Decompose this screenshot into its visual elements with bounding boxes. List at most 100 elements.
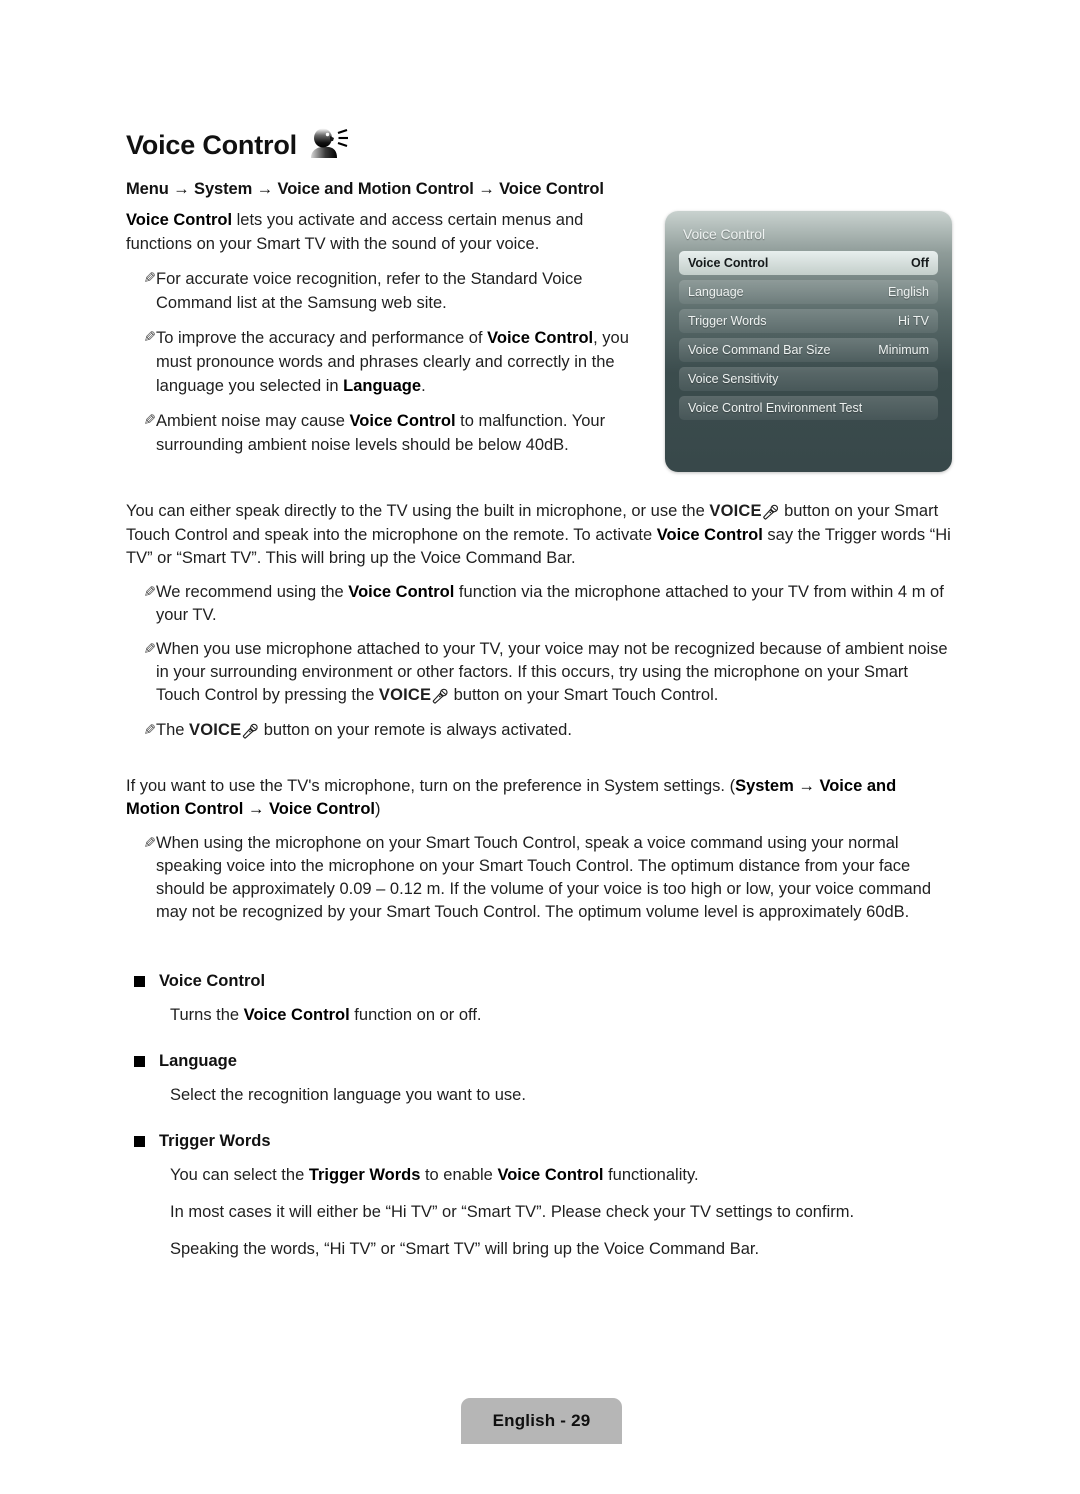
note-item: ✎ The VOICE🎤︎ button on your remote is a… bbox=[126, 719, 954, 743]
paragraph-span-bold: Voice Control bbox=[243, 1006, 350, 1024]
intro-lead-bold: Voice Control bbox=[126, 211, 233, 229]
osd-row-value: Hi TV bbox=[897, 314, 929, 328]
osd-row-label: Voice Control Environment Test bbox=[688, 401, 863, 415]
osd-row-label: Language bbox=[688, 285, 744, 299]
note-item: ✎ For accurate voice recognition, refer … bbox=[126, 267, 650, 315]
osd-panel-title: Voice Control bbox=[683, 226, 765, 242]
tv-osd-panel: Voice Control Voice Control Off Language… bbox=[665, 211, 952, 472]
osd-row-trigger-words[interactable]: Trigger Words Hi TV bbox=[679, 309, 938, 333]
note-item: ✎ When using the microphone on your Smar… bbox=[126, 832, 954, 924]
note-span-bold: Voice Control bbox=[349, 412, 456, 430]
section-heading-voice-control: Voice Control bbox=[134, 970, 954, 993]
note-item: ✎ When you use microphone attached to yo… bbox=[126, 638, 954, 708]
paragraph-span: to enable bbox=[420, 1166, 498, 1184]
note-item: ✎ Ambient noise may cause Voice Control … bbox=[126, 409, 650, 457]
page-footer-tab: English - 29 bbox=[461, 1398, 622, 1444]
section-body-trigger-words: You can select the Trigger Words to enab… bbox=[170, 1163, 954, 1262]
note-span-bold: Voice Control bbox=[487, 329, 594, 347]
paragraph-span: You can select the bbox=[170, 1166, 309, 1184]
middle-block: You can either speak directly to the TV … bbox=[126, 500, 954, 754]
definitions-block: Voice Control Turns the Voice Control fu… bbox=[134, 970, 954, 1284]
section-paragraph: Turns the Voice Control function on or o… bbox=[170, 1003, 954, 1028]
section-heading-text: Voice Control bbox=[159, 972, 266, 990]
note-pencil-icon: ✎ bbox=[143, 641, 156, 658]
osd-row-label: Voice Sensitivity bbox=[688, 372, 779, 386]
note-span: button on your remote is always activate… bbox=[259, 721, 572, 739]
square-bullet-icon bbox=[134, 976, 145, 987]
intro-lead: Voice Control lets you activate and acce… bbox=[126, 208, 650, 256]
note-pencil-icon: ✎ bbox=[143, 722, 156, 739]
note-text: Ambient noise may cause Voice Control to… bbox=[156, 409, 650, 457]
middle-p1: You can either speak directly to the TV … bbox=[126, 502, 710, 520]
note-pencil-icon: ✎ bbox=[143, 412, 156, 429]
page-title-text: Voice Control bbox=[126, 130, 297, 160]
note-pencil-icon: ✎ bbox=[143, 329, 156, 346]
voice-button-text: VOICE bbox=[709, 502, 762, 520]
osd-row-voice-control[interactable]: Voice Control Off bbox=[679, 251, 938, 275]
paragraph-span-bold: Voice Control bbox=[497, 1166, 604, 1184]
note-text: To improve the accuracy and performance … bbox=[156, 326, 650, 398]
note-item: ✎ To improve the accuracy and performanc… bbox=[126, 326, 650, 398]
section-heading-text: Language bbox=[159, 1052, 237, 1070]
document-page: Voice Control Menu → System → Voice and … bbox=[0, 0, 1080, 1494]
speaking-head-icon bbox=[309, 128, 349, 163]
preference-p1: If you want to use the TV's microphone, … bbox=[126, 777, 736, 795]
osd-row-value: English bbox=[888, 285, 929, 299]
note-span: To improve the accuracy and performance … bbox=[156, 329, 488, 347]
paragraph-span: functionality. bbox=[603, 1166, 699, 1184]
preference-p2: ) bbox=[375, 800, 381, 818]
section-heading-trigger-words: Trigger Words bbox=[134, 1130, 954, 1153]
note-span: For accurate voice recognition, refer to… bbox=[156, 270, 583, 312]
note-text: The VOICE🎤︎ button on your remote is alw… bbox=[156, 719, 954, 743]
osd-row-value: Minimum bbox=[878, 343, 929, 357]
voice-button-label: VOICE🎤︎ bbox=[379, 686, 449, 704]
osd-row-value: Off bbox=[910, 256, 929, 270]
microphone-icon: 🎤︎ bbox=[241, 723, 260, 739]
section-paragraph: Speaking the words, “Hi TV” or “Smart TV… bbox=[170, 1240, 760, 1258]
note-pencil-icon: ✎ bbox=[143, 270, 156, 287]
note-span: The bbox=[156, 721, 190, 739]
note-span: We recommend using the bbox=[156, 583, 349, 601]
note-item: ✎ We recommend using the Voice Control f… bbox=[126, 581, 954, 627]
osd-row-language[interactable]: Language English bbox=[679, 280, 938, 304]
section-heading-text: Trigger Words bbox=[159, 1132, 271, 1150]
microphone-icon: 🎤︎ bbox=[431, 688, 450, 704]
section-body-language: Select the recognition language you want… bbox=[170, 1083, 954, 1108]
preference-paragraph: If you want to use the TV's microphone, … bbox=[126, 775, 954, 821]
note-span-bold: Voice Control bbox=[348, 583, 455, 601]
osd-row-voice-control-environment-test[interactable]: Voice Control Environment Test bbox=[679, 396, 938, 420]
paragraph-span-bold: Trigger Words bbox=[308, 1166, 421, 1184]
note-text: We recommend using the Voice Control fun… bbox=[156, 581, 954, 627]
section-paragraph: In most cases it will either be “Hi TV” … bbox=[170, 1203, 855, 1221]
osd-row-label: Voice Command Bar Size bbox=[688, 343, 831, 357]
breadcrumb: Menu → System → Voice and Motion Control… bbox=[126, 180, 604, 198]
note-span: button on your Smart Touch Control. bbox=[449, 686, 719, 704]
paragraph-span: function on or off. bbox=[349, 1006, 482, 1024]
page-title: Voice Control bbox=[126, 128, 349, 163]
note-text: When using the microphone on your Smart … bbox=[156, 834, 931, 921]
note-pencil-icon: ✎ bbox=[143, 584, 156, 601]
preference-block: If you want to use the TV's microphone, … bbox=[126, 775, 954, 935]
intro-column: Voice Control lets you activate and acce… bbox=[126, 208, 650, 468]
osd-row-label: Trigger Words bbox=[688, 314, 767, 328]
voice-button-label: VOICE🎤︎ bbox=[709, 502, 779, 520]
square-bullet-icon bbox=[134, 1136, 145, 1147]
paragraph-span: Turns the bbox=[170, 1006, 244, 1024]
note-text: When you use microphone attached to your… bbox=[156, 638, 954, 708]
osd-row-label: Voice Control bbox=[688, 256, 769, 270]
osd-row-voice-command-bar-size[interactable]: Voice Command Bar Size Minimum bbox=[679, 338, 938, 362]
section-heading-language: Language bbox=[134, 1050, 954, 1073]
osd-row-voice-sensitivity[interactable]: Voice Sensitivity bbox=[679, 367, 938, 391]
note-pencil-icon: ✎ bbox=[143, 835, 156, 852]
section-paragraph: You can select the Trigger Words to enab… bbox=[170, 1163, 954, 1188]
voice-button-text: VOICE bbox=[378, 686, 432, 704]
note-span: Ambient noise may cause bbox=[156, 412, 350, 430]
middle-paragraph: You can either speak directly to the TV … bbox=[126, 500, 954, 570]
section-body-voice-control: Turns the Voice Control function on or o… bbox=[170, 1003, 954, 1028]
square-bullet-icon bbox=[134, 1056, 145, 1067]
microphone-icon: 🎤︎ bbox=[761, 504, 780, 520]
middle-bold1: Voice Control bbox=[656, 526, 763, 544]
note-span-bold: Language bbox=[343, 377, 422, 395]
voice-button-text: VOICE bbox=[189, 721, 242, 739]
note-span: . bbox=[421, 377, 426, 395]
